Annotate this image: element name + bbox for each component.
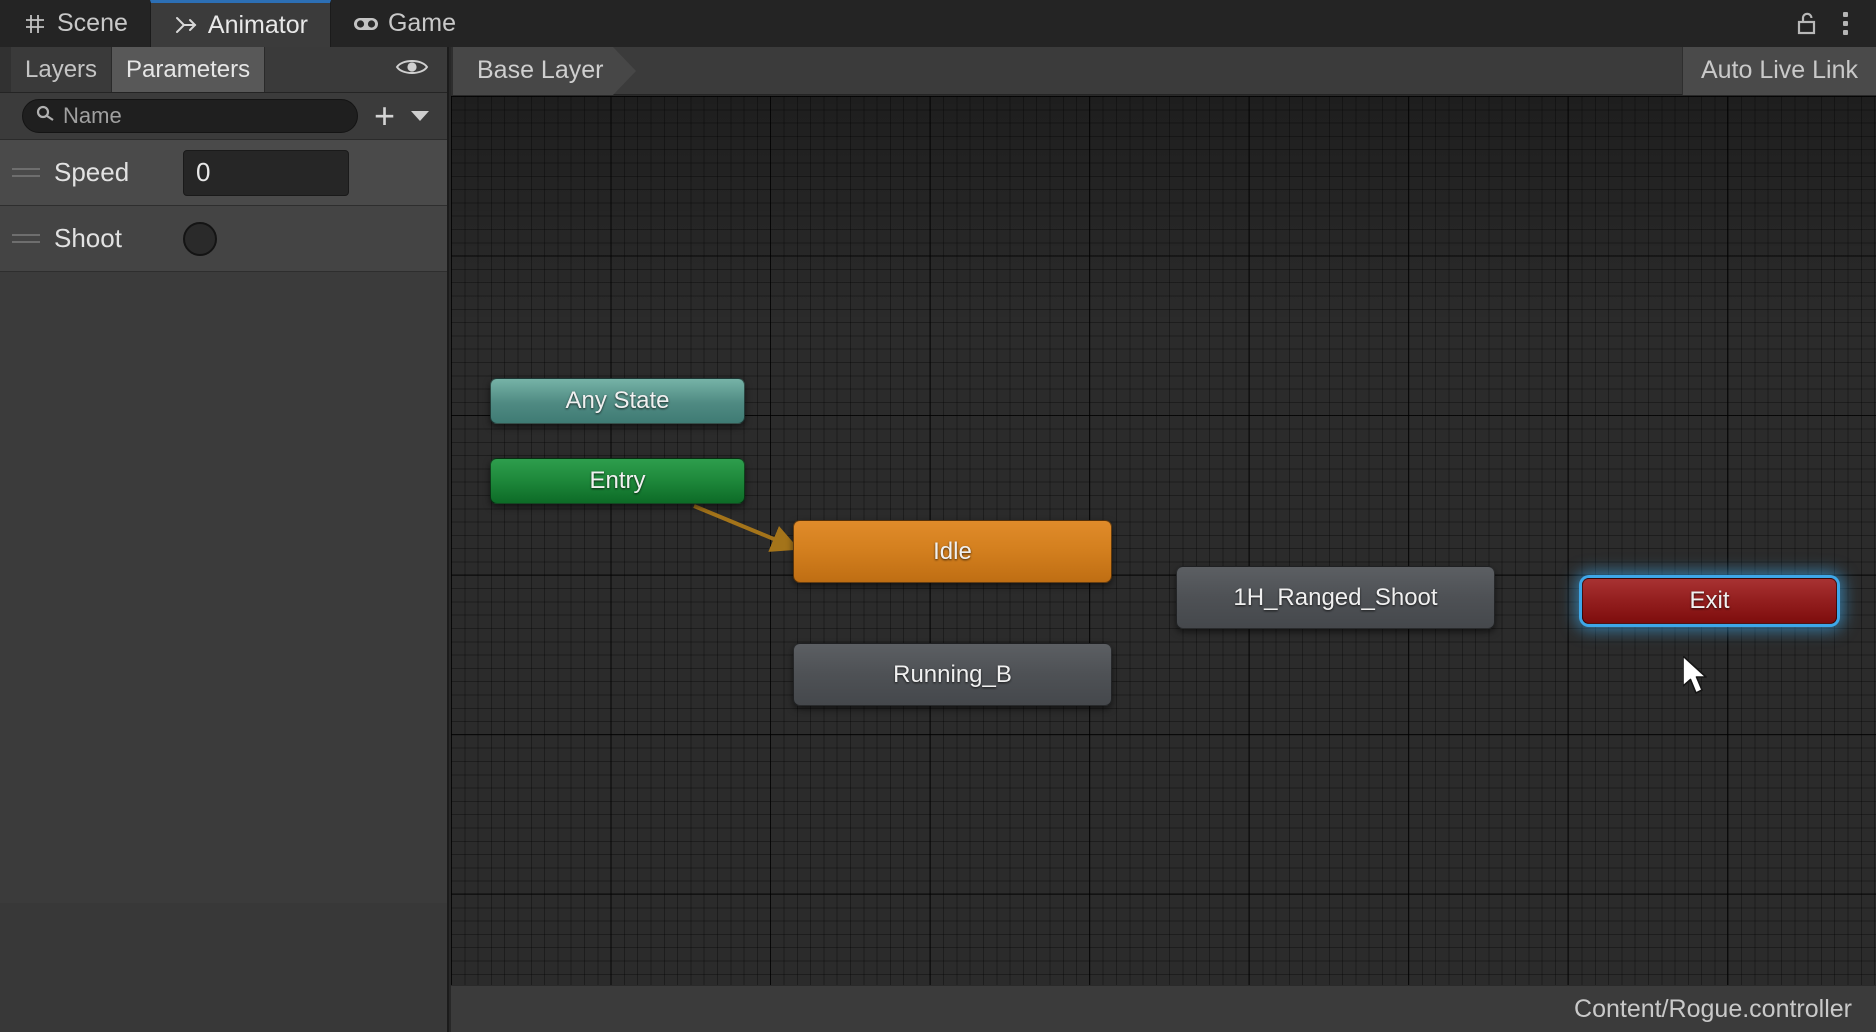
parameter-row-shoot[interactable]: Shoot [0, 206, 447, 272]
unity-animator-window: Scene Animator Game Layers Parameters Na… [0, 0, 1876, 1032]
state-node-exit[interactable]: Exit [1582, 578, 1837, 624]
state-node-entry[interactable]: Entry [490, 458, 745, 504]
sidebar-tab-parameters-label: Parameters [126, 55, 251, 83]
breadcrumb-item-label: Base Layer [477, 56, 604, 84]
state-node-label: 1H_Ranged_Shoot [1233, 583, 1438, 611]
sidebar-tab-layers-label: Layers [25, 55, 98, 83]
parameter-name-shoot: Shoot [54, 223, 122, 253]
asset-path-label: Content/Rogue.controller [1574, 994, 1852, 1023]
trigger-toggle-icon[interactable] [183, 221, 217, 256]
chevron-down-icon[interactable] [411, 111, 429, 121]
state-node-label: Exit [1689, 587, 1730, 614]
tab-animator-label: Animator [207, 10, 308, 39]
tab-scene-label: Scene [57, 9, 128, 37]
state-node-idle[interactable]: Idle [793, 520, 1112, 583]
sidebar-empty-area [0, 272, 447, 903]
drag-handle-icon[interactable] [12, 168, 48, 177]
gamepad-icon [353, 11, 379, 37]
tab-game-label: Game [387, 9, 457, 37]
state-node-label: Idle [933, 537, 972, 565]
sidebar-tab-layers[interactable]: Layers [11, 47, 113, 92]
sidebar-subtab-bar: Layers Parameters [0, 47, 447, 93]
unlock-icon[interactable] [1790, 7, 1824, 41]
kebab-menu-icon[interactable] [1828, 7, 1862, 41]
search-placeholder: Name [63, 103, 122, 128]
window-tab-bar: Scene Animator Game [0, 0, 1876, 47]
sidebar-tab-parameters[interactable]: Parameters [112, 47, 266, 92]
auto-live-link-label: Auto Live Link [1700, 56, 1858, 84]
add-parameter-button[interactable]: + [368, 98, 401, 134]
grid-icon [22, 11, 48, 37]
state-node-1h-ranged-shoot[interactable]: 1H_Ranged_Shoot [1176, 566, 1495, 629]
state-node-label: Entry [589, 467, 646, 494]
state-node-label: Any State [565, 387, 670, 414]
breadcrumb: Base Layer Auto Live Link [451, 46, 1876, 95]
transition-entry-to-idle[interactable] [693, 504, 800, 552]
parameter-name-speed: Speed [54, 157, 130, 187]
parameter-search-row: Name + [0, 93, 447, 140]
animator-sidebar: Layers Parameters Name + Speed 0 Shoot [0, 47, 449, 1032]
parameter-row-speed[interactable]: Speed 0 [0, 140, 447, 206]
transition-edges [693, 504, 800, 552]
parameter-value-speed[interactable]: 0 [183, 149, 349, 196]
status-bar: Content/Rogue.controller [451, 985, 1876, 1032]
breadcrumb-item-base-layer[interactable]: Base Layer [451, 46, 638, 95]
tab-scene[interactable]: Scene [0, 0, 150, 47]
window-controls [1790, 0, 1876, 47]
tab-game[interactable]: Game [331, 0, 478, 47]
parameter-value-shoot[interactable] [183, 221, 349, 256]
search-icon [35, 104, 55, 129]
state-node-any-state[interactable]: Any State [490, 378, 745, 424]
animator-icon [173, 12, 199, 38]
tab-animator[interactable]: Animator [149, 0, 331, 47]
auto-live-link-button[interactable]: Auto Live Link [1681, 46, 1876, 95]
drag-handle-icon[interactable] [12, 234, 48, 243]
sidebar-subtab-filler [265, 47, 447, 92]
eye-icon[interactable] [395, 56, 429, 83]
mouse-pointer-icon [1682, 655, 1713, 703]
search-input[interactable]: Name [22, 99, 358, 133]
state-machine-canvas[interactable]: Any State Entry Idle Running_B 1H_Ranged… [451, 96, 1876, 985]
state-node-label: Running_B [893, 660, 1012, 688]
state-node-running-b[interactable]: Running_B [793, 643, 1112, 706]
